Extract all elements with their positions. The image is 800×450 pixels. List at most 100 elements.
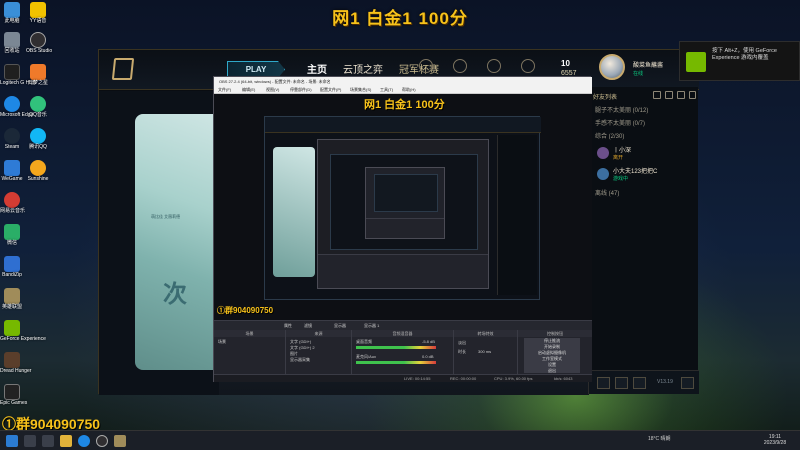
exit-button[interactable]: 退出 bbox=[524, 368, 580, 373]
desktop-icon-lol[interactable]: 英雄联盟 bbox=[0, 288, 24, 310]
desktop-icon-netease-music[interactable]: 网易云音乐 bbox=[0, 192, 25, 214]
friend-name[interactable]: 丨小深 bbox=[613, 145, 631, 154]
menu-scene-collection[interactable]: 场景集合(S) bbox=[350, 87, 371, 93]
nested-capture bbox=[264, 116, 541, 300]
profile-icon[interactable] bbox=[521, 59, 535, 73]
loot-icon[interactable] bbox=[453, 59, 467, 73]
display-select[interactable]: 显示器 1 bbox=[364, 323, 379, 329]
search-icon[interactable] bbox=[689, 91, 696, 99]
desktop-icon-qqmusic[interactable]: QQ音乐 bbox=[26, 96, 50, 118]
friends-group[interactable]: 手感不太美丽 (0/7) bbox=[595, 118, 645, 127]
summoner-status: 在线 bbox=[633, 71, 644, 77]
friend-avatar[interactable] bbox=[597, 168, 609, 180]
menu-profile[interactable]: 配置文件(P) bbox=[320, 87, 341, 93]
nav-tft[interactable]: 云顶之弈 bbox=[343, 61, 383, 76]
desktop-icon-wegame[interactable]: WeGame bbox=[0, 160, 24, 182]
task-view-icon[interactable] bbox=[42, 435, 54, 447]
nested-league-top-bar bbox=[265, 117, 541, 133]
stream-title-overlay: 网1 白金1 100分 bbox=[332, 9, 468, 28]
obs-window: OBS 27.2.4 (64-bit, windows) - 配置文件: 未命名… bbox=[213, 76, 592, 382]
friend-avatar[interactable] bbox=[597, 147, 609, 159]
obs-title-bar: OBS 27.2.4 (64-bit, windows) - 配置文件: 未命名… bbox=[214, 77, 592, 86]
splash-title: 次 bbox=[163, 281, 187, 308]
nested-obs-window-2 bbox=[365, 167, 445, 239]
edge-icon[interactable] bbox=[78, 435, 90, 447]
menu-help[interactable]: 帮助(H) bbox=[402, 87, 416, 93]
menu-view[interactable]: 视图(V) bbox=[266, 87, 279, 93]
summoner-avatar[interactable] bbox=[599, 54, 625, 80]
search-icon[interactable] bbox=[24, 435, 36, 447]
desktop-icon-obs[interactable]: OBS Studio bbox=[26, 32, 52, 54]
help-icon[interactable] bbox=[681, 377, 694, 389]
desktop-icon-wechat[interactable]: 微信 bbox=[0, 224, 24, 246]
steam-icon bbox=[4, 128, 20, 144]
menu-file[interactable]: 文件(F) bbox=[218, 87, 231, 93]
weather[interactable]: 18°C 晴朗 bbox=[648, 435, 671, 442]
desktop-icon-qq[interactable]: 腾讯QQ bbox=[26, 128, 50, 150]
splash-caption: 萌比佳 艾薇莉德 bbox=[151, 214, 181, 219]
source-item[interactable]: 显示器采集 bbox=[290, 357, 310, 363]
friends-group[interactable]: 综合 (2/30) bbox=[595, 131, 624, 140]
friends-group[interactable]: 腿子不太美丽 (0/12) bbox=[595, 105, 648, 114]
duration-input[interactable]: 300 ms bbox=[478, 349, 491, 354]
add-friend-icon[interactable] bbox=[653, 91, 661, 99]
desktop-icon-yuanmeng[interactable]: 元梦之星 bbox=[26, 64, 50, 86]
sources-dock-title: 来源 bbox=[286, 330, 351, 337]
transition-type[interactable]: 淡出 bbox=[458, 340, 466, 346]
add-folder-icon[interactable] bbox=[665, 91, 673, 99]
friends-bottom-bar: V13.19 bbox=[589, 370, 699, 394]
desktop-icon-steam[interactable]: Steam bbox=[0, 128, 24, 150]
riot-points: 10 bbox=[561, 59, 570, 68]
cpu-fps: CPU: 3.9%, 60.00 fps bbox=[494, 376, 533, 381]
menu-tools[interactable]: 工具(T) bbox=[380, 87, 393, 93]
obs-icon[interactable] bbox=[96, 435, 108, 447]
friend-status: 游戏中 bbox=[613, 176, 629, 182]
store-icon[interactable] bbox=[419, 59, 433, 73]
friend-status: 离开 bbox=[613, 155, 624, 161]
toast-text: 按下 Alt+Z，使用 GeForce Experience 游戏内覆盖 bbox=[712, 48, 777, 61]
start-icon[interactable] bbox=[6, 435, 18, 447]
friend-name[interactable]: 小大夫123把把C bbox=[613, 166, 657, 175]
voice-icon[interactable] bbox=[633, 377, 646, 389]
league-icon[interactable] bbox=[114, 435, 126, 447]
display-label: 显示器 bbox=[334, 323, 346, 328]
menu-edit[interactable]: 编辑(E) bbox=[242, 87, 255, 93]
champion-splash-art[interactable]: 萌比佳 艾薇莉德 次 bbox=[135, 114, 223, 370]
explorer-icon[interactable] bbox=[60, 435, 72, 447]
desktop-icon-geforce[interactable]: GeForce Experience bbox=[0, 320, 46, 342]
clock[interactable]: 19:11 2023/9/28 bbox=[760, 434, 790, 446]
desktop-icon-dread-hunger[interactable]: Dread Hunger bbox=[0, 352, 31, 374]
desktop-icon-bandizip[interactable]: BandiZip bbox=[0, 256, 24, 278]
league-icon bbox=[4, 288, 20, 304]
nav-home[interactable]: 主页 bbox=[307, 61, 327, 76]
duration-label: 时长 bbox=[458, 349, 466, 354]
audio-meter bbox=[356, 346, 436, 349]
mixer-track-db: -5.8 dB bbox=[422, 339, 435, 344]
desktop-icon-sunshine[interactable]: Sunshine bbox=[26, 160, 50, 182]
geforce-overlay-toast[interactable]: 按下 Alt+Z，使用 GeForce Experience 游戏内覆盖 bbox=[679, 41, 800, 81]
nested-capture-2 bbox=[330, 154, 478, 250]
desktop-icon-edge[interactable]: Microsoft Edge bbox=[0, 96, 33, 118]
summoner-name: 酸菜鱼蘸酱 bbox=[633, 63, 664, 69]
transitions-dock: 转场特效 淡出 时长 300 ms bbox=[454, 330, 518, 374]
sort-icon[interactable] bbox=[677, 91, 685, 99]
sun-icon bbox=[30, 160, 46, 176]
obs-preview[interactable]: 网1 白金1 100分 ①群904090750 bbox=[214, 94, 592, 320]
transitions-dock-title: 转场特效 bbox=[454, 330, 517, 337]
properties-button[interactable]: 属性 bbox=[284, 323, 292, 329]
friends-group[interactable]: 离线 (47) bbox=[595, 188, 619, 197]
menu-docks[interactable]: 停靠部件(D) bbox=[290, 87, 312, 93]
scene-item[interactable]: 场景 bbox=[218, 339, 226, 345]
desktop-icon-epic[interactable]: Epic Games bbox=[0, 384, 27, 406]
mission-icon[interactable] bbox=[615, 377, 628, 389]
controls-dock: 控制按钮 停止推流 开始录制 启动虚拟摄像机 工作室模式 设置 退出 bbox=[518, 330, 592, 374]
desktop-icon-recycle-bin[interactable]: 回收站 bbox=[0, 32, 24, 54]
nvidia-icon bbox=[4, 320, 20, 336]
filters-button[interactable]: 滤镜 bbox=[304, 323, 312, 329]
collection-icon[interactable] bbox=[487, 59, 501, 73]
desktop-icon-ghub[interactable]: Logitech G HUB bbox=[0, 64, 36, 86]
chat-icon[interactable] bbox=[597, 377, 610, 389]
nested-friends-panel bbox=[497, 135, 537, 295]
nested-capture-3 bbox=[374, 174, 438, 212]
obs-docks: 场景 场景 来源 文字 (GDI+) 文字 (GDI+) 2 图片 显示器采集 … bbox=[214, 330, 592, 374]
